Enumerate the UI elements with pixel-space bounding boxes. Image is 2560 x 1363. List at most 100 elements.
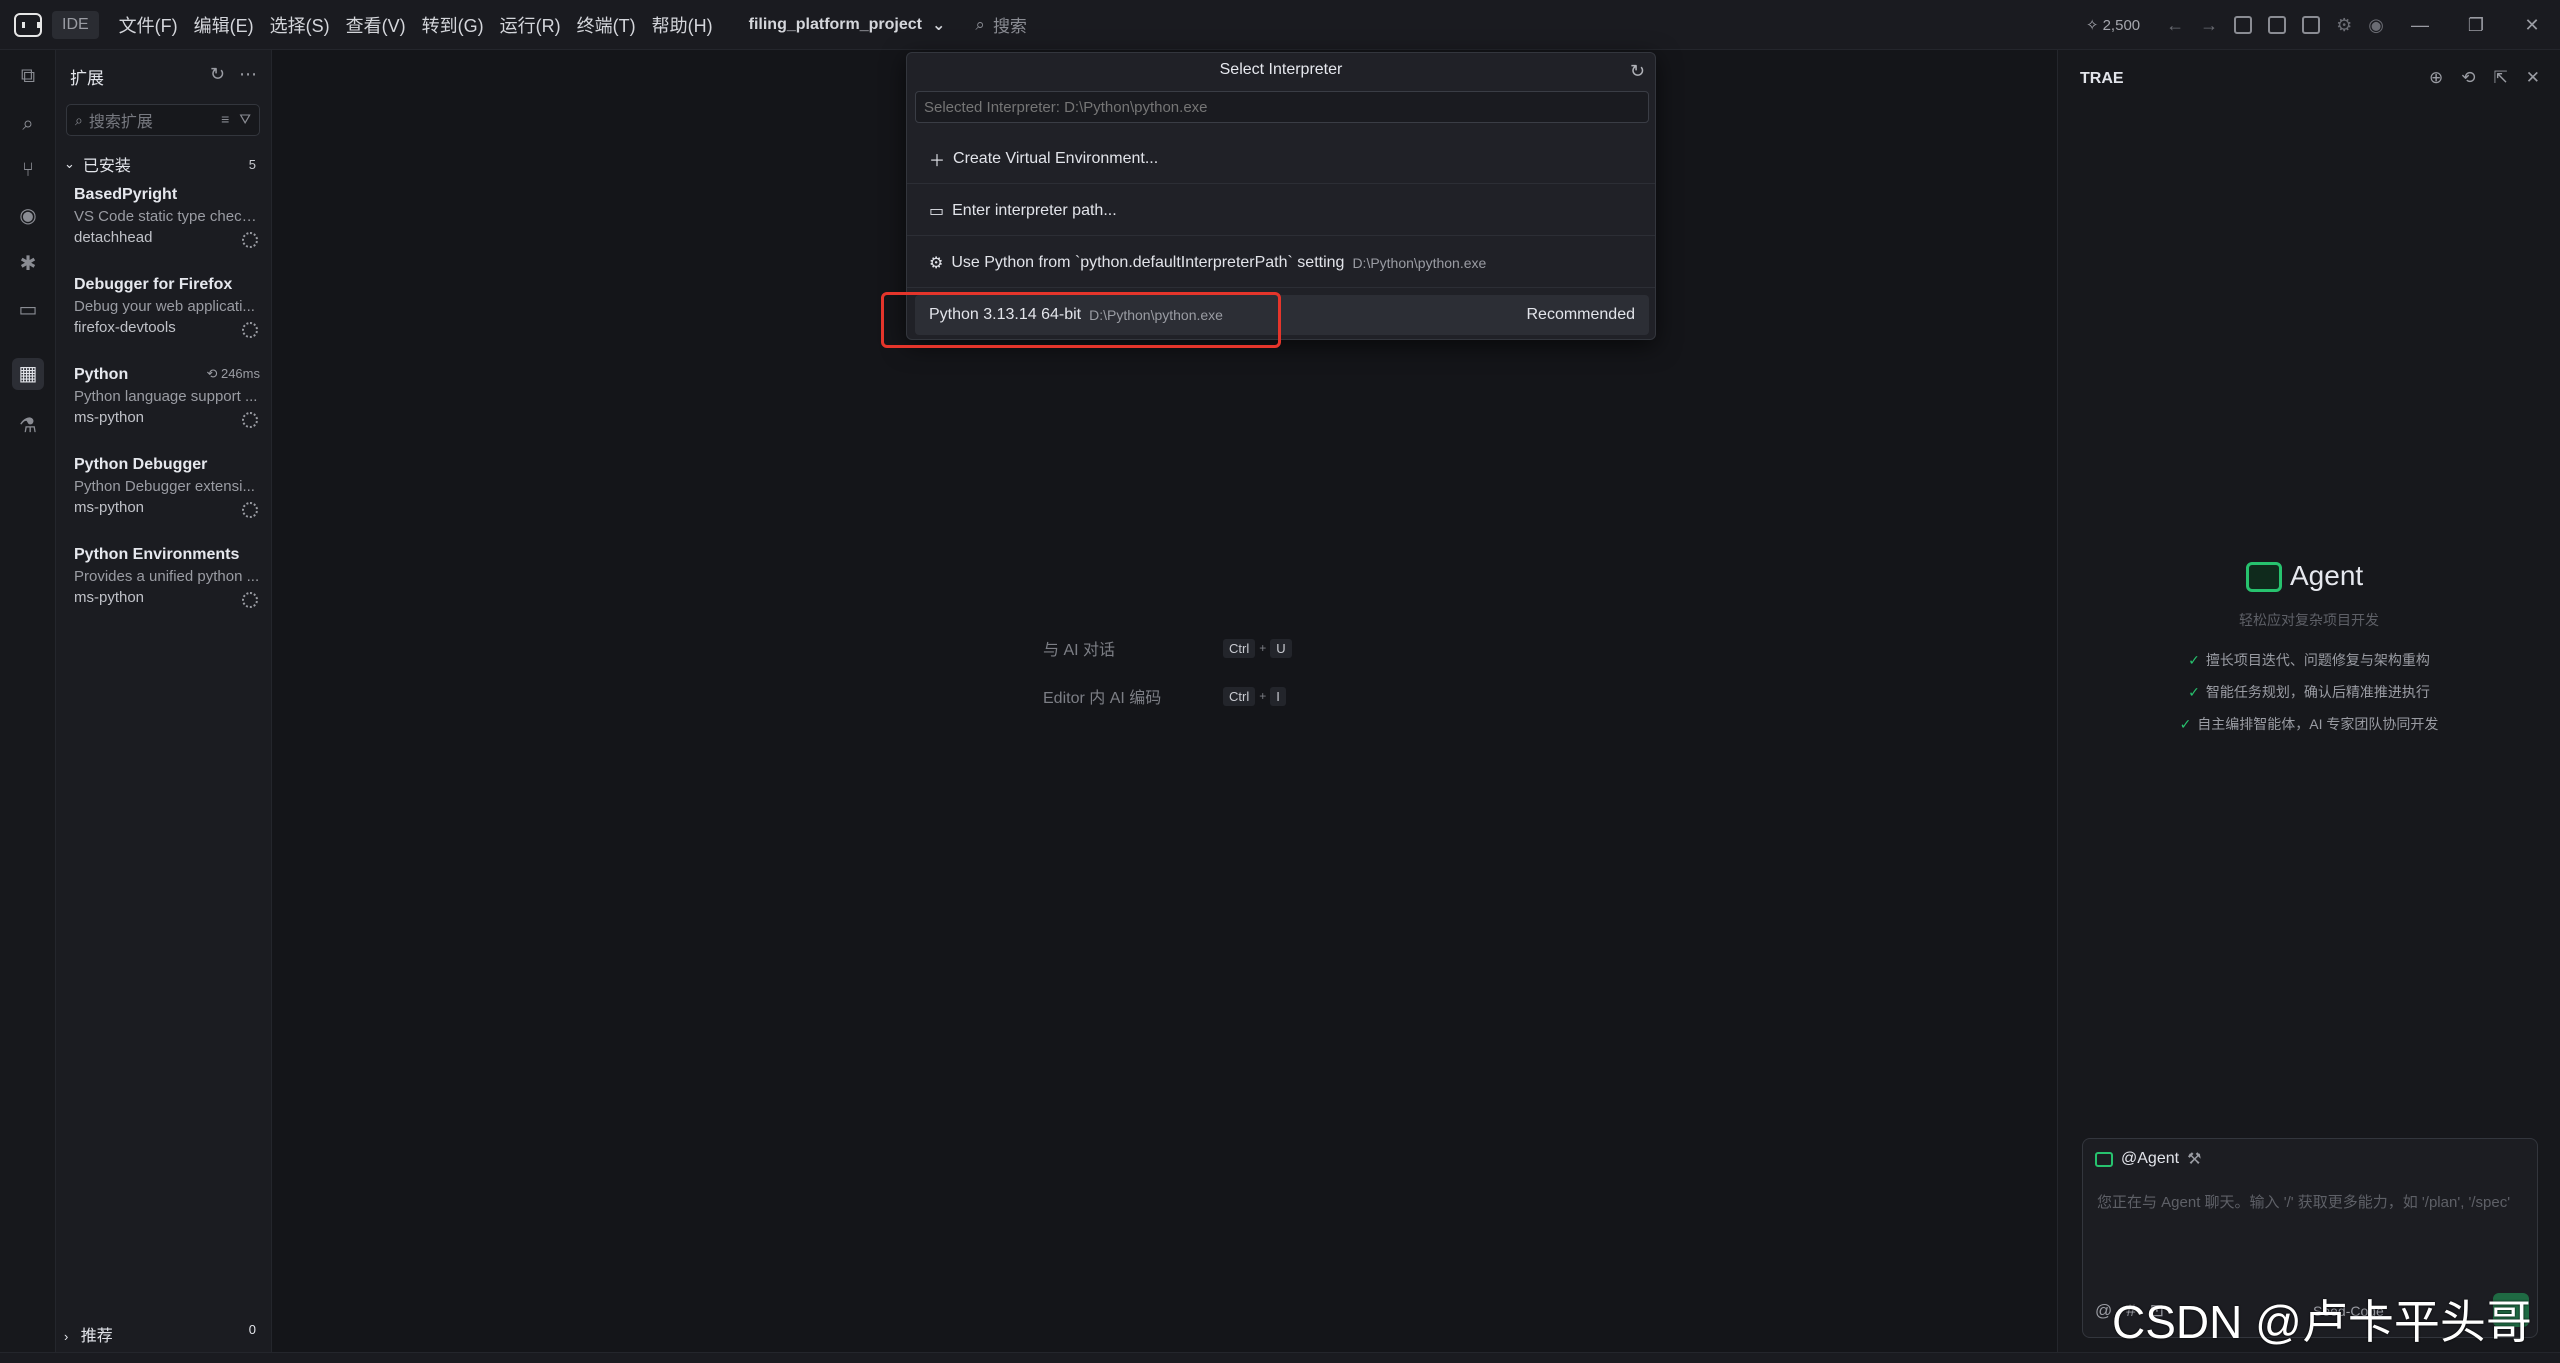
agent-subtitle: 轻松应对复杂项目开发 <box>2239 612 2379 628</box>
extension-publisher: ms-python <box>74 409 145 426</box>
default-interpreter-option[interactable]: ⚙ Use Python from `python.defaultInterpr… <box>915 243 1649 283</box>
menu-view[interactable]: 查看(V) <box>346 12 406 38</box>
feature-item: ✓ 自主编排智能体，AI 专家团队协同开发 <box>2058 714 2560 734</box>
search-icon[interactable]: ⌕ <box>16 112 40 136</box>
refresh-icon[interactable]: ↻ <box>210 64 225 85</box>
activity-bar: ⧉ ⌕ ⑂ ◉ ✱ ▭ ▦ ⚗ <box>0 50 56 1363</box>
extension-description: Provides a unified python ... <box>74 568 260 585</box>
interpreter-filter-input[interactable] <box>915 91 1649 123</box>
installed-section-header[interactable]: ⌄ 已安装 5 <box>64 152 264 176</box>
quickpick-title: Select Interpreter <box>1219 61 1343 78</box>
enter-path-option[interactable]: ▭ Enter interpreter path... <box>915 191 1649 231</box>
search-tools: ≡ ⛛ <box>221 111 251 128</box>
app-logo-icon <box>14 12 42 37</box>
ide-mode-label[interactable]: IDE <box>52 10 99 39</box>
new-chat-icon[interactable]: ⊕ <box>2429 68 2443 88</box>
gear-icon[interactable] <box>242 502 258 518</box>
shortcut-label: 与 AI 对话 <box>1043 642 1116 659</box>
option-label: Enter interpreter path... <box>952 202 1117 219</box>
shortcut-key: U <box>1270 638 1292 658</box>
title-right-controls: ✧ 2,500 ← → ⚙ ◉ — ❐ ✕ <box>2086 0 2560 50</box>
menu-edit[interactable]: 编辑(E) <box>194 12 254 38</box>
remote-icon[interactable]: ▭ <box>16 298 40 322</box>
extension-item[interactable]: Python ⟲ 246ms Python language support .… <box>74 366 264 446</box>
search-icon: ⌕ <box>975 14 985 34</box>
history-icon[interactable]: ⟲ <box>2461 68 2475 88</box>
refresh-icon[interactable]: ↻ <box>1630 61 1645 82</box>
installed-count: 5 <box>248 156 256 172</box>
debug-icon[interactable]: ✱ <box>16 252 40 276</box>
shortcut-inline-edit: Editor 内 AI 编码 Ctrl + I <box>1043 684 1286 708</box>
option-detail: D:\Python\python.exe <box>1352 255 1487 271</box>
files-icon[interactable]: ⧉ <box>16 64 40 88</box>
testing-icon[interactable]: ⚗ <box>16 414 40 438</box>
agent-logo-icon <box>2246 562 2282 592</box>
clear-filter-icon[interactable]: ≡ <box>221 111 229 128</box>
recommended-label: 推荐 <box>80 1328 113 1345</box>
folder-icon: ▭ <box>929 203 945 220</box>
gear-icon[interactable] <box>242 232 258 248</box>
eye-icon[interactable]: ◉ <box>16 204 40 228</box>
feature-item: ✓ 擅长项目迭代、问题修复与架构重构 <box>2058 650 2560 670</box>
menu-terminal[interactable]: 终端(T) <box>577 12 636 38</box>
extension-item[interactable]: Python Debugger Python Debugger extensi.… <box>74 456 264 536</box>
toggle-sidebar-icon[interactable] <box>2234 16 2253 34</box>
extensions-search-input[interactable]: ⌕ 搜索扩展 ≡ ⛛ <box>66 104 260 136</box>
credits-counter[interactable]: ✧ 2,500 <box>2086 16 2140 34</box>
installed-label: 已安装 <box>82 158 131 175</box>
project-selector[interactable]: filing_platform_project ⌄ <box>749 15 946 35</box>
sidebar-actions: ↻ ⋯ <box>210 64 257 85</box>
recommended-section-header[interactable]: › 推荐 0 <box>64 1322 264 1346</box>
popout-icon[interactable]: ⇱ <box>2494 68 2508 88</box>
shortcut-label: Editor 内 AI 编码 <box>1043 690 1162 707</box>
extensions-search-placeholder: 搜索扩展 <box>88 114 153 131</box>
maximize-button[interactable]: ❐ <box>2448 15 2504 36</box>
agent-mention[interactable]: @Agent ⚒ <box>2095 1149 2201 1169</box>
back-arrow-icon[interactable]: ← <box>2166 15 2184 36</box>
feature-item: ✓ 智能任务规划，确认后精准推进执行 <box>2058 682 2560 702</box>
gear-icon[interactable] <box>242 412 258 428</box>
extension-publisher: detachhead <box>74 229 153 246</box>
credits-value: 2,500 <box>2102 17 2141 34</box>
menu-run[interactable]: 运行(R) <box>500 12 561 38</box>
toggle-panel-icon[interactable] <box>2268 16 2287 34</box>
mention-icon[interactable]: @ <box>2095 1301 2112 1321</box>
gear-icon[interactable] <box>242 322 258 338</box>
title-search[interactable]: ⌕ 搜索 <box>975 12 1027 37</box>
extension-publisher: firefox-devtools <box>74 319 176 336</box>
close-icon[interactable]: ✕ <box>2526 68 2540 88</box>
source-control-icon[interactable]: ⑂ <box>16 158 40 182</box>
title-search-placeholder: 搜索 <box>992 17 1027 36</box>
close-button[interactable]: ✕ <box>2504 15 2560 36</box>
extension-item[interactable]: Debugger for Firefox Debug your web appl… <box>74 276 264 356</box>
settings-gear-icon[interactable]: ⚙ <box>2336 15 2352 36</box>
extension-name: Python Debugger <box>74 456 208 473</box>
shortcut-key: Ctrl <box>1223 638 1256 658</box>
toggle-secondary-sidebar-icon[interactable] <box>2302 16 2321 34</box>
gear-icon[interactable] <box>242 592 258 608</box>
chevron-right-icon: › <box>64 1329 69 1344</box>
menu-go[interactable]: 转到(G) <box>422 12 484 38</box>
shortcut-key: Ctrl <box>1223 686 1256 706</box>
extension-publisher: ms-python <box>74 589 145 606</box>
create-venv-option[interactable]: ＋ Create Virtual Environment... <box>915 139 1649 179</box>
activation-time-value: 246ms <box>220 366 260 381</box>
chevron-down-icon: ⌄ <box>64 156 75 171</box>
filter-icon[interactable]: ⛛ <box>239 111 251 128</box>
extension-item[interactable]: BasedPyright VS Code static type checki.… <box>74 186 264 266</box>
option-label: Create Virtual Environment... <box>953 150 1159 167</box>
forward-arrow-icon[interactable]: → <box>2200 15 2218 36</box>
check-icon: ✓ <box>2188 684 2200 700</box>
menu-file[interactable]: 文件(F) <box>119 12 178 38</box>
extensions-icon[interactable]: ▦ <box>12 358 44 390</box>
extensions-sidebar: 扩展 ↻ ⋯ ⌕ 搜索扩展 ≡ ⛛ ⌄ 已安装 5 BasedPyright V… <box>56 50 272 1363</box>
minimize-button[interactable]: — <box>2392 15 2448 36</box>
menu-help[interactable]: 帮助(H) <box>652 12 713 38</box>
more-icon[interactable]: ⋯ <box>239 64 257 85</box>
extension-item[interactable]: Python Environments Provides a unified p… <box>74 546 264 626</box>
account-icon[interactable]: ◉ <box>2368 15 2384 36</box>
ide-window: IDE 文件(F) 编辑(E) 选择(S) 查看(V) 转到(G) 运行(R) … <box>0 0 2560 1363</box>
menu-selection[interactable]: 选择(S) <box>270 12 330 38</box>
gear-icon: ⚙ <box>929 255 944 272</box>
panel-actions: ⊕ ⟲ ⇱ ✕ <box>2429 68 2540 88</box>
